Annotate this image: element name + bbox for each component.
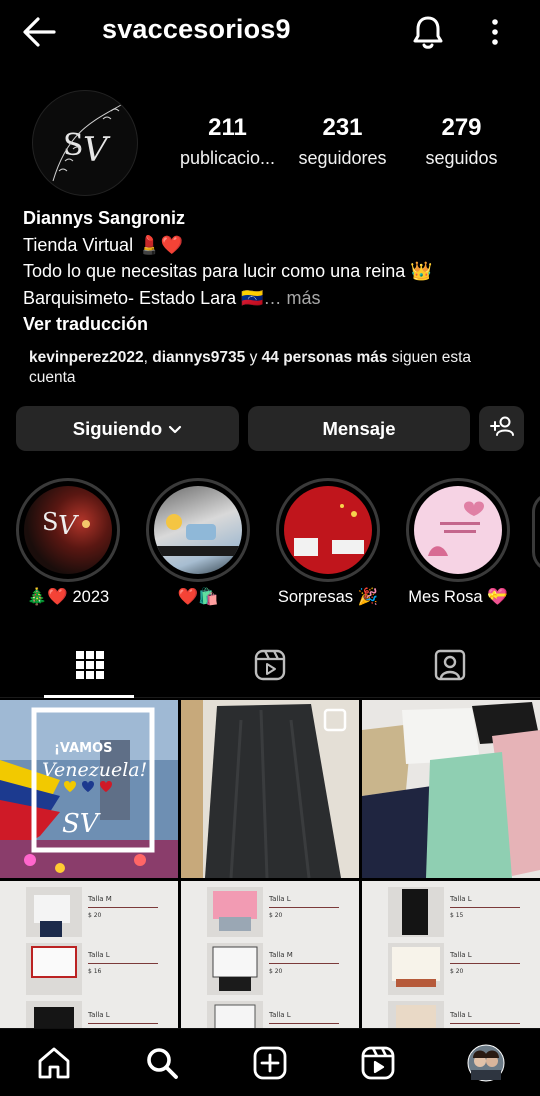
reels-icon[interactable] — [358, 1043, 398, 1083]
highlight-2023[interactable]: SV 🎄❤️ 2023 — [16, 478, 120, 607]
stat-following-label: seguidos — [425, 148, 498, 168]
post-price: $ 20 — [88, 912, 102, 919]
profile-username: svaccesorios9 — [102, 14, 291, 44]
post-vamos-venezuela[interactable]: ¡VAMOS Venezuela! SV — [0, 700, 178, 878]
profile-avatar[interactable]: S V — [32, 90, 138, 196]
post-size-l: Talla L — [268, 1011, 291, 1019]
profile-stats: 211 publicacio... 231 seguidores 279 seg… — [160, 114, 530, 184]
bio-line-3-row: Barquisimeto- Estado Lara 🇻🇪… más — [23, 285, 523, 312]
highlight-mes-rosa[interactable]: Mes Rosa 💝 — [406, 478, 510, 607]
post-vamos-line-2: Venezuela! — [42, 759, 147, 781]
arrow-left-icon[interactable] — [20, 14, 60, 50]
stat-following[interactable]: 279 seguidos — [410, 114, 513, 169]
post-size-l: Talla L — [87, 1011, 110, 1019]
followed-by-connector: y — [245, 349, 262, 366]
stat-followers-count: 231 — [322, 114, 363, 141]
followed-by-others: 44 personas más — [261, 349, 388, 366]
post-colored-pants[interactable] — [362, 700, 540, 878]
highlight-label: ❤️🛍️ — [177, 588, 219, 606]
post-vamos-line-1: ¡VAMOS — [54, 741, 113, 756]
active-tab-indicator — [44, 695, 134, 698]
highlight-cover — [154, 486, 242, 574]
highlight-label: 🎄❤️ 2023 — [26, 588, 110, 606]
message-button[interactable]: Mensaje — [248, 406, 470, 451]
bottom-nav — [0, 1028, 540, 1096]
highlight-ring — [406, 478, 510, 582]
svg-text:V: V — [58, 511, 79, 541]
bio-line-1: Tienda Virtual 💄❤️ — [23, 234, 183, 255]
highlight-ring — [146, 478, 250, 582]
followed-by-text[interactable]: kevinperez2022, diannys9735 y 44 persona… — [29, 348, 509, 388]
top-bar: svaccesorios9 — [0, 0, 540, 64]
tab-grid[interactable] — [0, 636, 180, 698]
svg-text:S: S — [63, 128, 84, 163]
bio-line-2: Todo lo que necesitas para lucir como un… — [23, 261, 433, 281]
highlight-ring — [276, 478, 380, 582]
following-button-label: Siguiendo — [72, 417, 163, 439]
highlight-label: Mes Rosa 💝 — [408, 588, 508, 606]
highlight-cover: SV — [24, 486, 112, 574]
post-price: $ 20 — [269, 968, 283, 975]
create-icon[interactable] — [250, 1043, 290, 1083]
reels-icon — [253, 648, 287, 687]
home-icon[interactable] — [34, 1043, 74, 1083]
post-price: $ 15 — [450, 912, 464, 919]
post-black-pants[interactable] — [181, 700, 359, 878]
post-size-l: Talla L — [87, 951, 110, 959]
followed-by-user-1: kevinperez2022 — [29, 349, 144, 366]
message-button-label: Mensaje — [322, 417, 396, 439]
stat-following-count: 279 — [441, 114, 482, 141]
post-size-l: Talla L — [449, 951, 472, 959]
post-size-l: Talla L — [449, 1011, 472, 1019]
post-size-m: Talla M — [268, 951, 293, 959]
post-price: $ 20 — [450, 968, 464, 975]
post-size-l: Talla L — [449, 895, 472, 903]
stat-followers-label: seguidores — [298, 148, 387, 168]
post-size-catalog-3[interactable]: Talla L $ 15 Talla L $ 20 Talla L — [362, 881, 540, 1028]
profile-bio: Diannys Sangroniz Tienda Virtual 💄❤️ Tod… — [23, 205, 523, 338]
bio-line-3: Barquisimeto- Estado Lara 🇻🇪 — [23, 287, 264, 308]
profile-avatar[interactable] — [466, 1043, 506, 1083]
followed-by-user-2: diannys9735 — [152, 349, 246, 366]
tab-tagged[interactable] — [360, 636, 540, 698]
following-button[interactable]: Siguiendo — [16, 406, 239, 451]
tagged-icon — [433, 648, 467, 687]
post-monogram: SV — [62, 809, 101, 839]
svg-text:V: V — [83, 130, 111, 170]
post-price: $ 16 — [88, 968, 102, 975]
stat-posts-count: 211 — [208, 114, 247, 141]
profile-display-name: Diannys Sangroniz — [23, 208, 186, 228]
stat-posts-label: publicacio... — [179, 148, 276, 168]
post-size-catalog-1[interactable]: Talla M $ 20 Talla L $ 16 Talla L — [0, 881, 178, 1028]
post-size-catalog-2[interactable]: Talla L $ 20 Talla M $ 20 Talla L — [181, 881, 359, 1028]
bio-more-link[interactable]: … más — [264, 288, 321, 308]
svg-text:S: S — [42, 508, 58, 536]
highlight-hearts[interactable]: ❤️🛍️ — [146, 478, 250, 607]
search-icon[interactable] — [142, 1043, 182, 1083]
see-translation-link[interactable]: Ver traducción — [23, 311, 523, 338]
add-person-icon — [489, 415, 515, 442]
chevron-down-icon — [168, 418, 182, 440]
post-price: $ 20 — [269, 912, 283, 919]
stat-posts[interactable]: 211 publicacio... — [160, 114, 295, 169]
suggest-people-button[interactable] — [479, 406, 524, 451]
grid-icon — [74, 649, 106, 686]
profile-tabs — [0, 636, 540, 698]
highlight-label: Sorpresas 🎉 — [277, 588, 379, 606]
highlight-ring: SV — [16, 478, 120, 582]
highlight-partial[interactable] — [532, 492, 540, 572]
posts-grid: ¡VAMOS Venezuela! SV Talla M $ 20 Talla … — [0, 700, 540, 1028]
stat-followers[interactable]: 231 seguidores — [285, 114, 400, 169]
tab-reels[interactable] — [180, 636, 360, 698]
more-vertical-icon[interactable] — [480, 14, 510, 50]
bell-icon[interactable] — [408, 12, 448, 52]
highlight-cover — [414, 486, 502, 574]
highlight-cover — [284, 486, 372, 574]
post-size-l: Talla L — [268, 895, 291, 903]
highlight-sorpresas[interactable]: Sorpresas 🎉 — [276, 478, 380, 607]
post-size-m: Talla M — [87, 895, 112, 903]
